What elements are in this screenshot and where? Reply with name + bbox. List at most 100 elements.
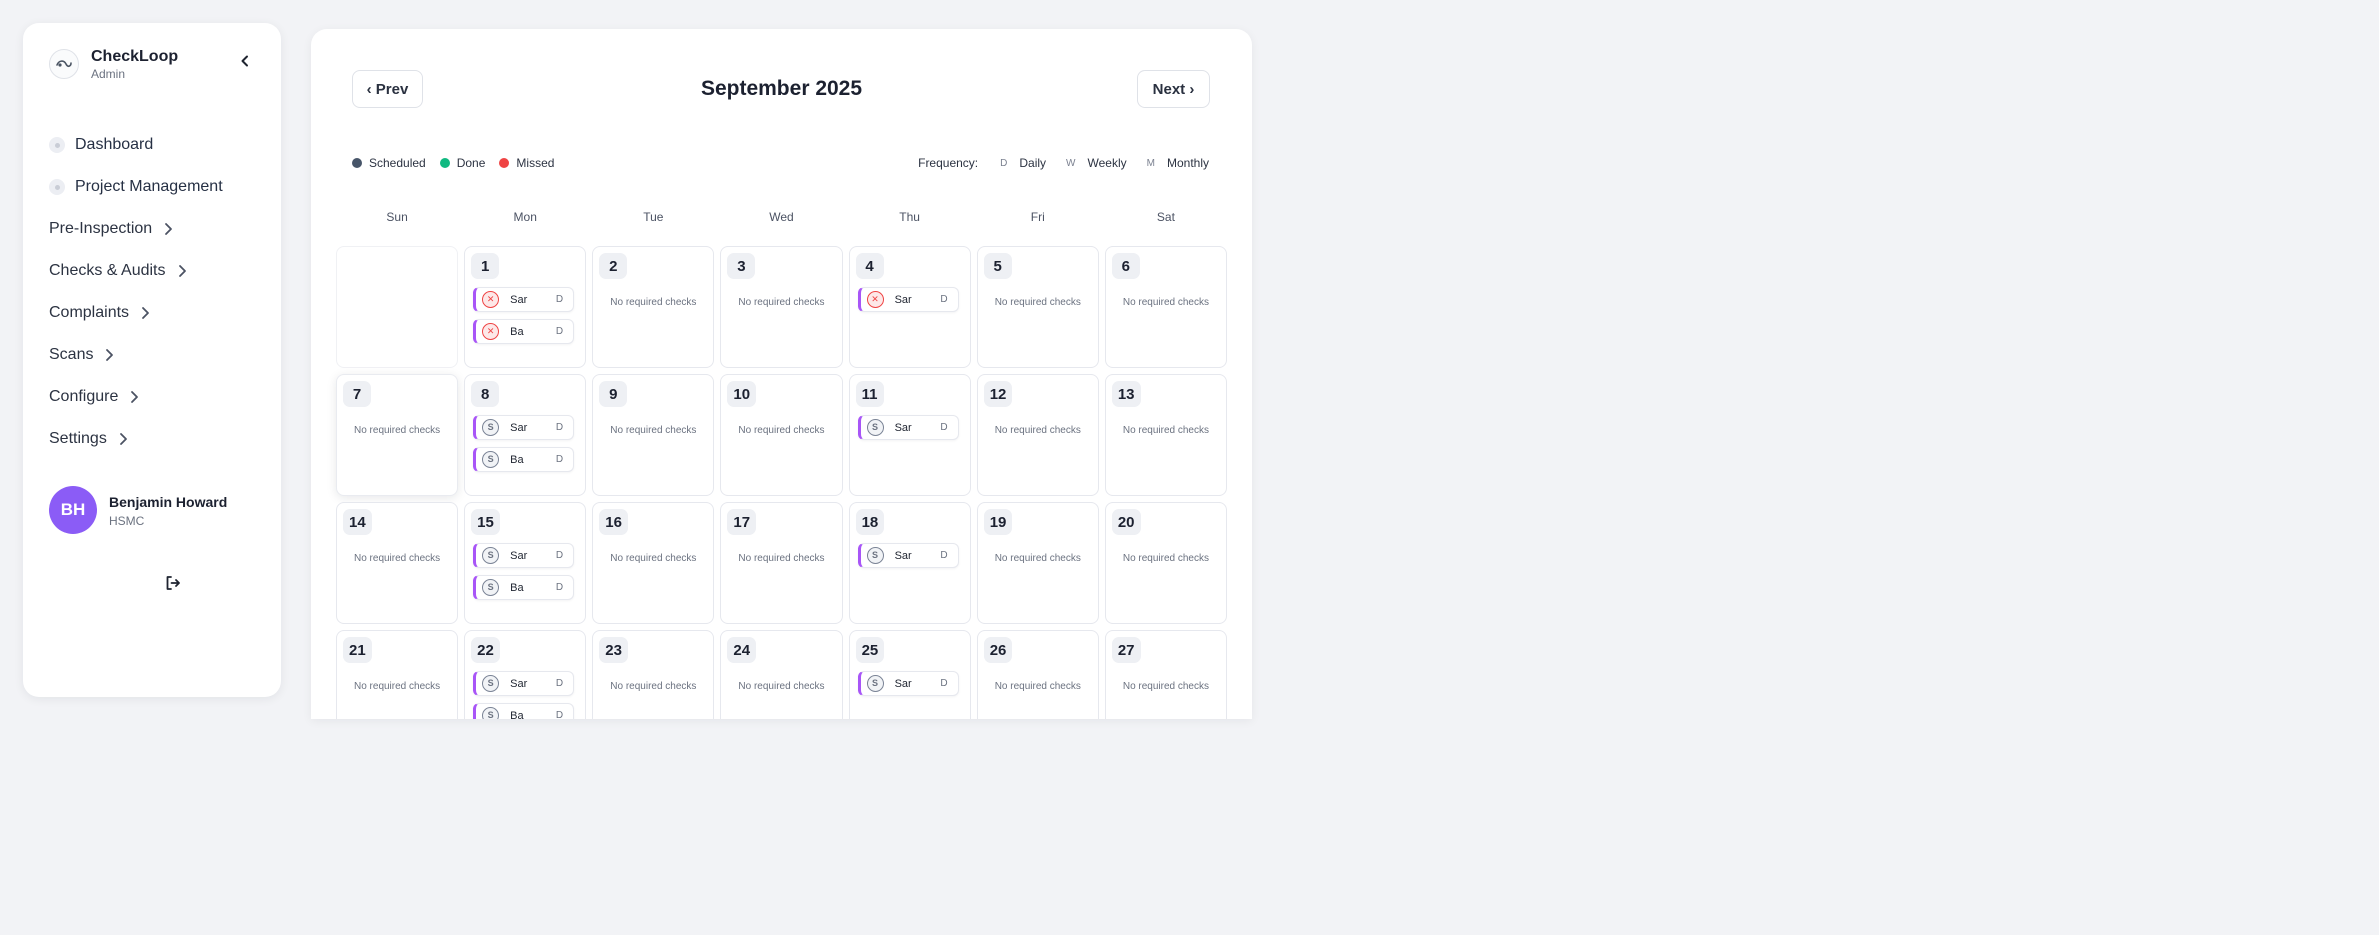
sidebar-item-project-management[interactable]: Project Management [49,175,264,199]
day-number: 3 [727,253,756,279]
calendar-day-14[interactable]: 14 No required checks [336,502,459,624]
check-frequency: D [940,678,948,689]
user-profile[interactable]: BH Benjamin Howard HSMC [49,485,264,535]
day-number: 25 [855,637,885,663]
calendar-day-24[interactable]: 24 No required checks [720,630,843,719]
calendar-day-5[interactable]: 5 No required checks [976,246,1099,368]
calendar-day-8[interactable]: 8 S Sar D S Ba D [464,374,587,496]
calendar-day-20[interactable]: 20 No required checks [1104,502,1227,624]
scheduled-s-icon: S [482,419,500,436]
calendar-day-16[interactable]: 16 No required checks [592,502,715,624]
day-number: 6 [1111,253,1140,279]
no-checks-text: No required checks [610,553,697,564]
calendar-day-11[interactable]: 11 S Sar D [848,374,971,496]
status-dot-icon [352,158,362,168]
calendar-day-25[interactable]: 25 S Sar D [848,630,971,719]
day-number: 4 [855,253,884,279]
calendar-day-3[interactable]: 3 No required checks [720,246,843,368]
missed-x-icon: ✕ [866,291,884,308]
day-number: 15 [471,509,500,535]
check-item[interactable]: S Sar D [857,671,959,696]
scheduled-s-icon: S [482,547,500,564]
day-number: 2 [599,253,628,279]
no-checks-text: No required checks [353,553,441,564]
frequency-name: Monthly [1166,156,1209,170]
day-number: 9 [599,381,628,407]
circle-icon [49,179,65,195]
check-item[interactable]: ✕ Ba D [473,319,575,344]
day-number: 23 [599,637,628,663]
sidebar-item-label: Configure [49,388,119,405]
calendar-day-17[interactable]: 17 No required checks [720,502,843,624]
check-list: S Sar D S Ba D [473,543,575,607]
sidebar-item-label: Scans [49,346,94,363]
check-item[interactable]: S Sar D [473,415,575,440]
check-frequency: D [940,422,948,433]
no-checks-text: No required checks [738,297,825,308]
sidebar-item-scans[interactable]: Scans [49,343,264,367]
check-item[interactable]: S Ba D [473,703,575,720]
calendar-day-12[interactable]: 12 No required checks [976,374,1099,496]
check-name: Sar [894,549,912,562]
check-name: Ba [510,453,524,466]
missed-x-icon: ✕ [482,291,500,308]
calendar-day-13[interactable]: 13 No required checks [1104,374,1227,496]
sidebar-item-dashboard[interactable]: Dashboard [49,133,264,157]
frequency-code: D [1000,157,1008,169]
calendar-day-7[interactable]: 7 No required checks [336,374,459,496]
day-number: 19 [983,509,1013,535]
calendar-day-21[interactable]: 21 No required checks [336,630,459,719]
check-name: Sar [510,421,528,434]
check-item[interactable]: S Sar D [473,543,575,568]
legend-label: Missed [516,156,555,170]
legend-done: Done [439,156,485,170]
check-name: Sar [894,293,912,306]
sidebar-item-complaints[interactable]: Complaints [49,301,264,325]
weekday-thu: Thu [899,210,920,224]
calendar-day-23[interactable]: 23 No required checks [592,630,715,719]
day-number: 26 [983,637,1013,663]
check-item[interactable]: S Sar D [473,671,575,696]
logout-icon[interactable] [162,572,184,594]
check-list: S Sar D [857,415,959,447]
legend-scheduled: Scheduled [352,156,426,170]
calendar-day-6[interactable]: 6 No required checks [1104,246,1227,368]
next-month-button[interactable]: Next › [1137,70,1210,108]
checkloop-logo-icon [49,49,79,79]
brand[interactable]: CheckLoop Admin [49,45,259,83]
calendar-day-15[interactable]: 15 S Sar D S Ba D [464,502,587,624]
check-item[interactable]: S Sar D [857,543,959,568]
check-item[interactable]: S Ba D [473,575,575,600]
calendar-day-18[interactable]: 18 S Sar D [848,502,971,624]
no-checks-text: No required checks [1122,681,1209,692]
calendar-day-19[interactable]: 19 No required checks [976,502,1099,624]
calendar-day-26[interactable]: 26 No required checks [976,630,1099,719]
frequency-daily: D Daily [1000,156,1046,170]
day-number: 1 [471,253,500,279]
calendar-day-2[interactable]: 2 No required checks [592,246,715,368]
sidebar-item-checks-audits[interactable]: Checks & Audits [49,259,264,283]
calendar-day-22[interactable]: 22 S Sar D S Ba D [464,630,587,720]
calendar-day-27[interactable]: 27 No required checks [1104,630,1227,719]
sidebar-item-settings[interactable]: Settings [49,427,264,451]
check-frequency: D [555,326,564,337]
check-item[interactable]: ✕ Sar D [473,287,575,312]
day-number: 21 [343,637,372,663]
day-number: 24 [727,637,757,663]
check-name: Ba [510,709,524,720]
calendar-day-10[interactable]: 10 No required checks [720,374,843,496]
user-name: Benjamin Howard [109,494,228,510]
check-item[interactable]: S Ba D [473,447,575,472]
collapse-sidebar-chevron-left-icon[interactable] [237,53,253,69]
day-number: 5 [983,253,1012,279]
check-item[interactable]: S Sar D [857,415,959,440]
check-list: S Sar D S Ba D [473,671,575,720]
frequency-legend: Frequency: D Daily W Weekly M Monthly [918,155,1209,171]
sidebar-item-configure[interactable]: Configure [49,385,264,409]
no-checks-text: No required checks [610,681,697,692]
sidebar-item-pre-inspection[interactable]: Pre-Inspection [49,217,264,241]
calendar-day-4[interactable]: 4 ✕ Sar D [848,246,971,368]
calendar-day-9[interactable]: 9 No required checks [592,374,715,496]
calendar-day-1[interactable]: 1 ✕ Sar D ✕ Ba D [464,246,587,368]
check-item[interactable]: ✕ Sar D [857,287,959,312]
